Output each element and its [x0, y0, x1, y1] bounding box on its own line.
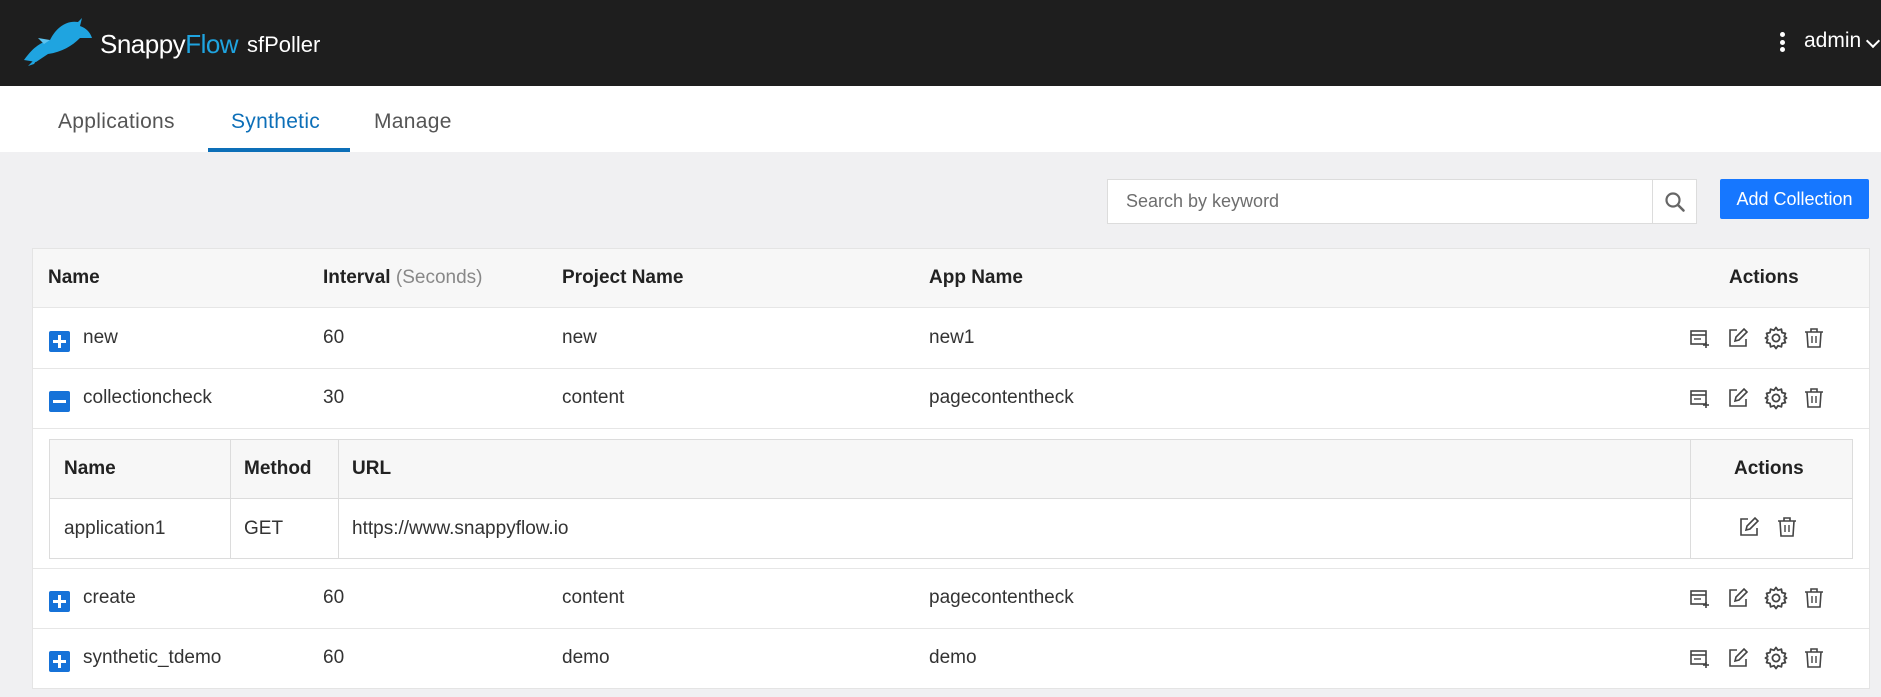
row-actions [1687, 585, 1827, 611]
top-bar: SnappyFlow sfPoller admin [0, 0, 1881, 86]
endpoints-subtable: Name Method URL Actions application1 GET… [49, 439, 1853, 559]
edit-icon[interactable] [1725, 585, 1751, 611]
trash-icon[interactable] [1801, 585, 1827, 611]
row-project: content [562, 587, 625, 608]
row-name: create [83, 587, 136, 608]
row-interval: 30 [323, 387, 345, 408]
column-header-project: Project Name [562, 267, 684, 288]
expand-row-button[interactable] [49, 591, 70, 612]
table-row: create 60 content pagecontentheck [33, 569, 1869, 629]
gear-icon[interactable] [1763, 585, 1789, 611]
row-project: new [562, 327, 597, 348]
row-project: content [562, 387, 625, 408]
add-endpoint-icon[interactable] [1687, 325, 1713, 351]
edit-icon[interactable] [1725, 385, 1751, 411]
row-name: collectioncheck [83, 387, 212, 408]
column-header-name: Name [48, 267, 100, 288]
row-app: pagecontentheck [929, 387, 1074, 408]
row-actions [1687, 645, 1827, 671]
table-row: collectioncheck 30 content pagecontenthe… [33, 369, 1869, 429]
gear-icon[interactable] [1763, 385, 1789, 411]
user-menu[interactable]: admin [1804, 29, 1861, 53]
row-name: new [83, 327, 118, 348]
sub-column-header-name: Name [64, 458, 116, 479]
expand-row-button[interactable] [49, 331, 70, 352]
product-name: sfPoller [247, 32, 321, 57]
snappyflow-logo-icon[interactable] [20, 14, 100, 70]
search-box [1107, 179, 1697, 224]
collapse-row-button[interactable] [49, 391, 70, 412]
subtable-header [50, 440, 1852, 499]
search-input[interactable] [1108, 180, 1652, 223]
endpoint-actions [1736, 514, 1800, 540]
table-header: Name Interval (Seconds) Project Name App… [33, 249, 1869, 308]
edit-icon[interactable] [1725, 325, 1751, 351]
expand-row-button[interactable] [49, 651, 70, 672]
table-row: synthetic_tdemo 60 demo demo [33, 629, 1869, 689]
row-actions [1687, 325, 1827, 351]
row-project: demo [562, 647, 610, 668]
edit-icon[interactable] [1725, 645, 1751, 671]
endpoint-method: GET [244, 518, 284, 539]
sub-column-header-method: Method [244, 458, 312, 479]
add-endpoint-icon[interactable] [1687, 645, 1713, 671]
row-interval: 60 [323, 587, 345, 608]
endpoint-url: https://www.snappyflow.io [352, 518, 569, 539]
tab-bar: Applications Synthetic Manage [0, 86, 1881, 152]
tab-synthetic[interactable]: Synthetic [231, 110, 320, 134]
add-endpoint-icon[interactable] [1687, 585, 1713, 611]
search-icon [1664, 191, 1685, 212]
row-name: synthetic_tdemo [83, 647, 222, 668]
add-endpoint-icon[interactable] [1687, 385, 1713, 411]
gear-icon[interactable] [1763, 325, 1789, 351]
active-tab-indicator [208, 148, 350, 152]
sub-column-header-url: URL [352, 458, 392, 479]
brand-name: SnappyFlow [100, 29, 239, 59]
column-header-app: App Name [929, 267, 1023, 288]
column-header-actions: Actions [1729, 267, 1799, 288]
tab-applications[interactable]: Applications [58, 110, 175, 134]
table-row: new 60 new new1 [33, 309, 1869, 369]
search-button[interactable] [1652, 180, 1696, 223]
chevron-down-icon[interactable] [1865, 33, 1881, 49]
sub-column-header-actions: Actions [1734, 458, 1804, 479]
more-options-icon[interactable] [1772, 28, 1792, 56]
tab-manage[interactable]: Manage [374, 110, 452, 134]
endpoint-name: application1 [64, 518, 166, 539]
collections-table: Name Interval (Seconds) Project Name App… [32, 248, 1870, 689]
row-app: new1 [929, 327, 975, 348]
row-interval: 60 [323, 647, 345, 668]
row-app: pagecontentheck [929, 587, 1074, 608]
row-interval: 60 [323, 327, 345, 348]
trash-icon[interactable] [1801, 325, 1827, 351]
row-actions [1687, 385, 1827, 411]
gear-icon[interactable] [1763, 645, 1789, 671]
row-app: demo [929, 647, 977, 668]
edit-icon[interactable] [1736, 514, 1762, 540]
column-header-interval: Interval (Seconds) [323, 267, 483, 288]
trash-icon[interactable] [1801, 385, 1827, 411]
add-collection-button[interactable]: Add Collection [1720, 179, 1869, 219]
trash-icon[interactable] [1801, 645, 1827, 671]
trash-icon[interactable] [1774, 514, 1800, 540]
expanded-row-details: Name Method URL Actions application1 GET… [33, 429, 1869, 569]
